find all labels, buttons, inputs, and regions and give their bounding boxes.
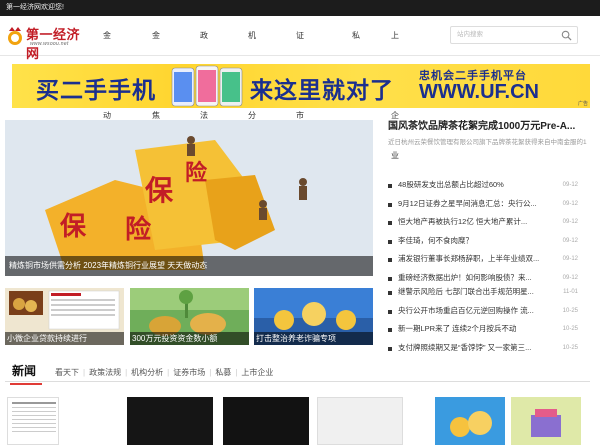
news-title: 支付牌照续期又是“香饽饽” 又一家第三...: [398, 342, 532, 352]
hero-slide[interactable]: 保 险 保 险 精炼铜市场供需分析 2023年精炼铜行业展望 天天做动态: [5, 120, 373, 276]
news-card[interactable]: [127, 397, 213, 445]
nav-item-policy[interactable]: 政策法规: [200, 16, 208, 160]
document-thumb-image: [12, 402, 56, 432]
feature-summary: 近日杭州云荣餐饮管理有限公司旗下品牌茶花絮获得来自中南金服的1: [388, 139, 587, 146]
site-logo[interactable]: 第一经济网 www.wsoou.net: [6, 24, 86, 62]
top-bar: 第一经济网欢迎您!: [0, 0, 600, 16]
hero-char-2: 险: [185, 160, 208, 186]
news-date: 09-12: [562, 219, 578, 225]
logo-url: www.wsoou.net: [30, 41, 69, 47]
list-item[interactable]: 央行公开市场重启百亿元逆回购操作 流... 10-25: [388, 302, 588, 321]
list-item[interactable]: 新一期LPR来了 连续2个月按兵不动 10-25: [388, 320, 588, 339]
news-title: 央行公开市场重启百亿元逆回购操作 流...: [398, 305, 534, 315]
site-header: 第一经济网 www.wsoou.net 金融动态 金融焦点 政策法规 机构分析 …: [0, 16, 600, 160]
tab-policy[interactable]: 政策法规: [89, 368, 121, 377]
section-tabs: 看天下 | 政策法规 | 机构分析 | 证券市场 | 私募 | 上市企业: [55, 368, 274, 377]
list-item[interactable]: 浦发银行董事长郑杨辞职，上半年业绩双... 09-12: [388, 250, 588, 269]
news-card[interactable]: [435, 397, 505, 445]
nav-item-listed-companies[interactable]: 上市企业: [391, 16, 399, 160]
news-card[interactable]: [7, 397, 59, 445]
thumb-caption: 打击整治养老诈骗专项: [254, 332, 373, 345]
nav-item-securities[interactable]: 证券市场: [296, 16, 304, 160]
nav-item-institution-analysis[interactable]: 机构分析: [248, 16, 256, 160]
tab-private-equity[interactable]: 私募: [215, 368, 231, 377]
card-image: [511, 397, 581, 445]
news-title: 浦发银行董事长郑杨辞职，上半年业绩双...: [398, 254, 540, 263]
welcome-text: 第一经济网欢迎您!: [6, 4, 64, 11]
list-item[interactable]: 48股研发支出总额占比超过60% 09-12: [388, 176, 588, 195]
news-card[interactable]: [511, 397, 581, 445]
hero-char-1: 保: [145, 174, 174, 207]
search-icon[interactable]: [561, 30, 572, 41]
search-input[interactable]: 站内搜索: [450, 26, 578, 44]
news-date: 09-12: [562, 182, 578, 188]
banner-badge: 忠机会二手手机平台 WWW.UF.CN: [419, 64, 590, 108]
hero-caption[interactable]: 精炼铜市场供需分析 2023年精炼铜行业展望 天天做动态: [5, 256, 373, 276]
news-title: 恒大地产再被执行12亿 恒大地产累计...: [398, 217, 528, 226]
news-date: 10-25: [562, 344, 578, 351]
news-date: 09-12: [562, 237, 578, 244]
news-card[interactable]: [317, 397, 403, 445]
list-item[interactable]: 恒大地产再被执行12亿 恒大地产累计... 09-12: [388, 213, 588, 232]
tab-securities[interactable]: 证券市场: [173, 368, 205, 377]
svg-text:保: 保: [59, 212, 87, 242]
crown-logo-icon: [8, 27, 22, 45]
tab-listed-companies[interactable]: 上市企业: [241, 368, 273, 377]
news-date: 09-12: [562, 256, 578, 262]
nav-item-finance-focus[interactable]: 金融焦点: [152, 16, 160, 160]
news-date: 11-01: [563, 289, 578, 295]
news-title: 李佳琦，何不食肉糜？: [398, 235, 473, 245]
ad-label: 广告: [577, 101, 588, 107]
list-item[interactable]: 李佳琦，何不食肉糜？ 09-12: [388, 232, 588, 251]
news-section-header: 新闻 看天下 | 政策法规 | 机构分析 | 证券市场 | 私募 | 上市企业: [5, 360, 590, 385]
news-date: 10-25: [562, 326, 578, 332]
news-title: 48股研发支出总额占比超过60%: [398, 180, 504, 189]
tab-world[interactable]: 看天下: [55, 368, 79, 377]
thumb-card[interactable]: 300万元投资资金数小额: [130, 288, 249, 345]
nav-item-finance-news[interactable]: 金融动态: [103, 16, 111, 160]
news-date: 09-12: [562, 200, 578, 207]
banner-left-text: 买二手手机: [36, 78, 156, 104]
news-title: 继警示风险后 七部门联合出手规范明星...: [398, 287, 534, 296]
news-title: 9月12日证券之星早间消息汇总：央行公...: [398, 198, 537, 208]
section-title: 新闻: [9, 364, 43, 385]
banner-mid-text: 来这里就对了: [250, 78, 394, 104]
list-item[interactable]: 继警示风险后 七部门联合出手规范明星... 11-01: [388, 283, 588, 302]
news-list-more: 继警示风险后 七部门联合出手规范明星... 11-01 央行公开市场重启百亿元逆回…: [388, 283, 588, 357]
news-card-row: [5, 397, 590, 445]
list-item[interactable]: 支付牌照续期又是“香饽饽” 又一家第三... 10-25: [388, 339, 588, 358]
ad-banner[interactable]: 买二手手机 来这里就对了 忠机会二手手机平台 WWW.UF.CN 广告: [12, 64, 590, 108]
search-placeholder: 站内搜索: [457, 31, 483, 38]
news-title: 新一期LPR来了 连续2个月按兵不动: [398, 324, 517, 333]
news-sidebar: 国风茶饮品牌茶花絮完成1000万元Pre-A... 近日杭州云荣餐饮管理有限公司…: [388, 120, 588, 158]
svg-text:险: 险: [125, 214, 152, 245]
hero-puzzle-image: 保 险 保 险: [5, 120, 373, 276]
nav-item-private-equity[interactable]: 私募: [352, 16, 360, 80]
thumb-card[interactable]: 打击整治养老诈骗专项: [254, 288, 373, 345]
thumb-card[interactable]: 小微企业贷款持续进行: [5, 288, 124, 345]
list-item[interactable]: 9月12日证券之星早间消息汇总：央行公... 09-12: [388, 195, 588, 214]
news-card[interactable]: [223, 397, 309, 445]
news-list-latest: 48股研发支出总额占比超过60% 09-12 9月12日证券之星早间消息汇总：央行…: [388, 176, 588, 287]
thumb-caption: 小微企业贷款持续进行: [5, 332, 124, 345]
thumbnail-row: 小微企业贷款持续进行 300万元投资资金数小额 打击整治养老诈骗专项: [5, 288, 373, 345]
feature-headline[interactable]: 国风茶饮品牌茶花絮完成1000万元Pre-A...: [388, 120, 588, 133]
tab-institution-analysis[interactable]: 机构分析: [131, 368, 163, 377]
news-date: 10-25: [562, 307, 578, 314]
banner-badge-url: WWW.UF.CN: [419, 81, 539, 103]
thumb-caption: 300万元投资资金数小额: [130, 332, 249, 345]
card-image: [435, 397, 505, 445]
phones-image: [171, 65, 243, 107]
